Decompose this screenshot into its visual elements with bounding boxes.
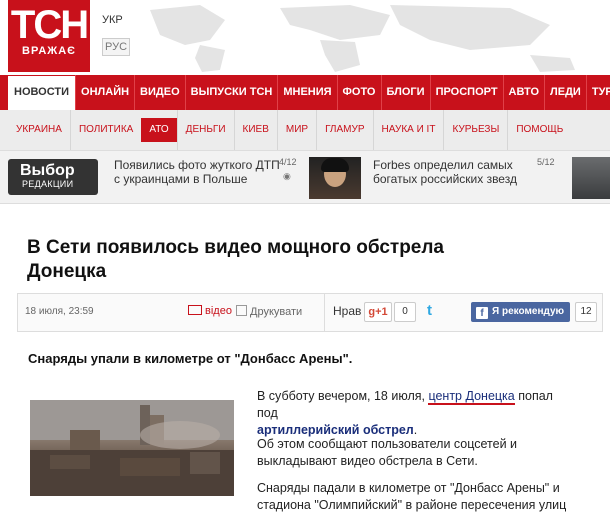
- city-skyline-image: [30, 400, 234, 496]
- article-paragraph-2: Об этом сообщают пользователи соцсетей и…: [257, 437, 518, 468]
- strip-news-1-count: 4/12: [279, 157, 297, 167]
- subnav-glamour[interactable]: ГЛАМУР: [316, 110, 372, 150]
- editors-choice-strip: Выбор РЕДАКЦИИ Появились фото жуткого ДТ…: [0, 151, 610, 204]
- lang-ukr-link[interactable]: УКР: [102, 14, 123, 26]
- subnav-money[interactable]: ДЕНЬГИ: [176, 110, 234, 150]
- strip-news-1[interactable]: Появились фото жуткого ДТП с украинцами …: [114, 158, 280, 186]
- strip-news-1-line2: с украинцами в Польше: [114, 172, 248, 186]
- video-link[interactable]: відео: [188, 305, 232, 317]
- nav-item-online[interactable]: ОНЛАЙН: [75, 75, 134, 110]
- google-plus-button[interactable]: g+1: [364, 302, 392, 322]
- editors-choice-badge[interactable]: Выбор РЕДАКЦИИ: [8, 159, 98, 195]
- article-paragraph-1: В субботу вечером, 18 июля, центр Донецк…: [257, 388, 577, 439]
- article-title-line1: В Сети появилось видео мощного обстрела: [27, 237, 444, 258]
- print-link[interactable]: Друкувати: [236, 305, 302, 318]
- subnav-ukraine[interactable]: УКРАИНА: [8, 110, 70, 150]
- strip-news-1-line1: Появились фото жуткого ДТП: [114, 158, 280, 172]
- sub-nav: УКРАИНА ПОЛИТИКА АТО ДЕНЬГИ КИЕВ МИР ГЛАМУР НАУ…: [0, 110, 610, 151]
- nav-item-opinions[interactable]: МНЕНИЯ: [277, 75, 336, 110]
- p1-start: В субботу вечером, 18 июля,: [257, 389, 429, 403]
- nav-item-tsn-issues[interactable]: ВЫПУСКИ ТСН: [184, 75, 278, 110]
- like-label: Нрав: [333, 304, 362, 318]
- subnav-help[interactable]: ПОМОЩЬ: [507, 110, 571, 150]
- nav-item-prosport[interactable]: ПРОСПОРТ: [429, 75, 503, 110]
- subnav-kiev[interactable]: КИЕВ: [233, 110, 277, 150]
- strip-news-2-count: 5/12: [537, 157, 555, 167]
- nav-item-video[interactable]: ВИДЕО: [134, 75, 185, 110]
- editors-choice-title: Выбор: [20, 162, 75, 179]
- strip-news-3-thumbnail[interactable]: [572, 157, 610, 199]
- lang-rus-link[interactable]: РУС: [102, 38, 131, 56]
- google-plus-label: +1: [375, 306, 388, 318]
- nav-item-blogs[interactable]: БЛОГИ: [380, 75, 430, 110]
- facebook-count: 12: [575, 302, 597, 322]
- strip-news-2-line1: Forbes определил самых: [373, 158, 513, 172]
- main-nav: НОВОСТИ ОНЛАЙН ВИДЕО ВЫПУСКИ ТСН МНЕНИЯ ФОТО Б…: [0, 75, 610, 110]
- article-title-line2: Донецка: [27, 261, 107, 282]
- article-photo[interactable]: [30, 400, 234, 496]
- facebook-icon: f: [476, 307, 488, 319]
- subnav-world[interactable]: МИР: [276, 110, 316, 150]
- person-hair-shape: [321, 158, 349, 172]
- video-label: відео: [205, 305, 232, 317]
- header: ТСН ВРАЖАЄ УКР РУС: [0, 0, 610, 75]
- nav-item-ladies[interactable]: ЛЕДИ: [544, 75, 586, 110]
- artillery-shelling-link[interactable]: артиллерийский обстрел: [257, 423, 414, 437]
- toolbar-divider: [324, 294, 325, 331]
- nav-item-auto[interactable]: АВТО: [502, 75, 544, 110]
- google-plus-count: 0: [394, 302, 416, 322]
- subnav-ato[interactable]: АТО: [141, 118, 177, 142]
- article-paragraph-3: Снаряды падали в километре от "Донбасс А…: [257, 481, 567, 512]
- nav-item-photo[interactable]: ФОТО: [336, 75, 381, 110]
- article-lead: Снаряды упали в километре от "Донбасс Ар…: [28, 351, 353, 366]
- strip-news-2[interactable]: Forbes определил самых богатых российски…: [373, 158, 517, 186]
- print-icon: [236, 305, 247, 316]
- donetsk-center-link[interactable]: центр Донецка: [428, 389, 515, 405]
- strip-news-2-thumbnail[interactable]: [309, 157, 361, 199]
- subnav-curiosities[interactable]: КУРЬЕЗЫ: [443, 110, 507, 150]
- facebook-recommend-button[interactable]: f Я рекомендую: [471, 302, 570, 322]
- logo-text: ТСН: [10, 3, 89, 47]
- video-icon: [188, 305, 202, 315]
- nav-item-tourism[interactable]: ТУРИЗМ: [585, 75, 610, 110]
- subnav-politics[interactable]: ПОЛИТИКА: [69, 110, 141, 150]
- facebook-recommend-label: Я рекомендую: [492, 306, 565, 317]
- world-map-decoration: [150, 5, 575, 72]
- camera-icon: ◉: [283, 171, 291, 181]
- twitter-icon[interactable]: t: [427, 302, 432, 319]
- article-toolbar: 18 июля, 23:59 відео Друкувати Нрав g+1 …: [17, 293, 603, 332]
- strip-news-2-line2: богатых российских звезд: [373, 172, 517, 186]
- article-date: 18 июля, 23:59: [25, 306, 94, 317]
- tsn-logo[interactable]: ТСН ВРАЖАЄ: [8, 0, 90, 72]
- p1-end: .: [413, 423, 418, 437]
- article-title: В Сети появилось видео мощного обстрела …: [27, 236, 567, 284]
- subnav-science-it[interactable]: НАУКА И IT: [372, 110, 444, 150]
- print-label: Друкувати: [250, 306, 303, 318]
- nav-item-news[interactable]: НОВОСТИ: [8, 76, 76, 110]
- editors-choice-subtitle: РЕДАКЦИИ: [22, 179, 74, 189]
